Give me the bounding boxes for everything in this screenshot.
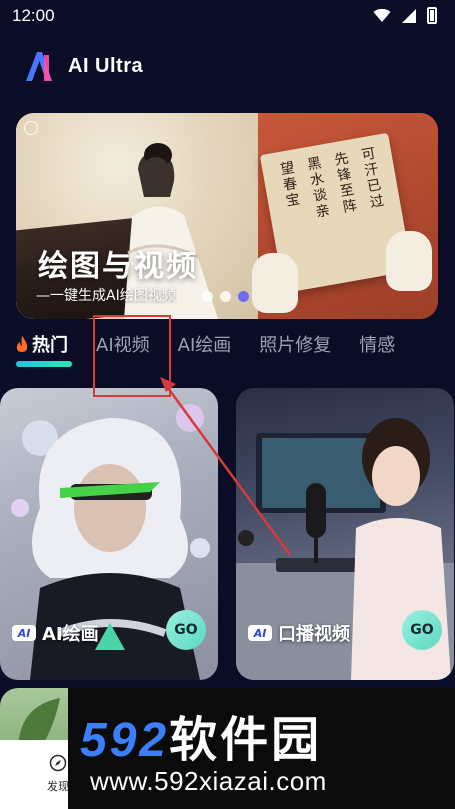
card-title: AI 口播视频 (248, 620, 350, 646)
watermark-name: 软件园 (169, 712, 323, 768)
feature-card-voice-video[interactable]: AI 口播视频 GO (236, 388, 454, 680)
battery-icon (427, 7, 437, 24)
status-icons (373, 7, 437, 24)
app-title: AI Ultra (68, 54, 144, 77)
tab-hot[interactable]: 热门 (14, 327, 72, 367)
card-title: AI AI绘画 (12, 620, 99, 646)
fire-icon (16, 336, 28, 352)
banner-title: 绘图与视频 (38, 249, 198, 284)
banner-subtitle-text: 一键生成AI绘图视频 (50, 288, 176, 304)
banner-hand-left (252, 253, 298, 313)
tab-ai-painting[interactable]: AI绘画 (178, 327, 232, 361)
card-title-text: AI绘画 (42, 624, 99, 645)
tab-photo-restore[interactable]: 照片修复 (259, 327, 331, 361)
tab-emotion[interactable]: 情感 (359, 327, 395, 361)
watermark-logo-text: 592软件园 (80, 700, 322, 770)
app-header: AI Ultra (22, 46, 143, 86)
app-logo-icon (26, 52, 52, 81)
ai-badge-icon: AI (12, 625, 36, 641)
category-tabs: 热门 AI视频 AI绘画 照片修复 情感 (14, 327, 455, 375)
tab-hot-label: 热门 (32, 335, 68, 356)
annotation-highlight-box (93, 315, 171, 397)
carousel-dot[interactable] (220, 291, 231, 302)
banner-hand-right (386, 231, 432, 291)
compass-icon (49, 754, 67, 772)
card-title-text: 口播视频 (278, 624, 350, 645)
ai-badge-icon: AI (248, 625, 272, 641)
banner-subtitle: —一键生成AI绘图视频 (36, 288, 176, 304)
signal-icon (402, 8, 416, 23)
watermark-overlay: 592软件园 www.592xiazai.com (68, 688, 455, 809)
watermark-number: 592 (80, 714, 170, 767)
carousel-dot[interactable] (202, 291, 213, 302)
active-tab-indicator (16, 361, 72, 367)
banner-indicator-icon (24, 121, 38, 135)
carousel-dot-active[interactable] (238, 291, 249, 302)
go-button[interactable]: GO (402, 610, 442, 650)
go-button[interactable]: GO (166, 610, 206, 650)
status-time: 12:00 (12, 6, 55, 25)
status-bar: 12:00 (0, 0, 455, 32)
watermark-url: www.592xiazai.com (90, 766, 327, 796)
feature-card-ai-painting[interactable]: AI AI绘画 GO (0, 388, 218, 680)
wifi-icon (373, 8, 391, 22)
banner-carousel[interactable]: 可汗已过 先锋至阵 黑水谈亲 望春宝 绘图与视频 —一键生成AI绘图视频 (16, 113, 438, 319)
carousel-dots (202, 291, 249, 302)
